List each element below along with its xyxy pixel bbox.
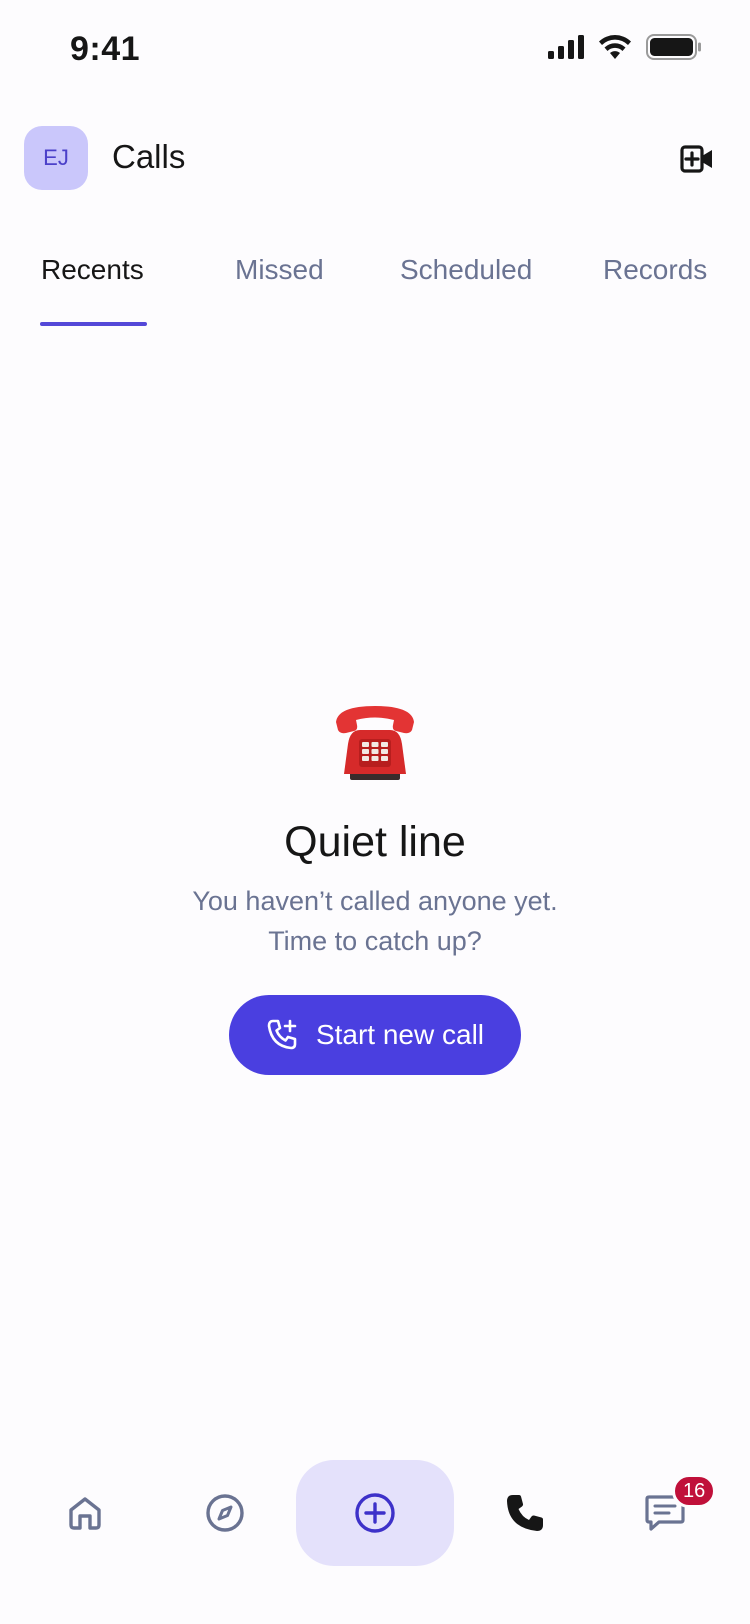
tab-recents[interactable]: Recents <box>41 254 144 286</box>
start-new-call-button[interactable]: Start new call <box>229 995 521 1075</box>
phone-plus-icon <box>267 1019 297 1050</box>
bottom-nav: 16 <box>0 1460 750 1570</box>
home-icon <box>69 1497 101 1530</box>
nav-discover[interactable] <box>180 1460 270 1566</box>
avatar[interactable]: EJ <box>24 126 88 190</box>
tab-scheduled[interactable]: Scheduled <box>400 254 532 286</box>
tab-missed[interactable]: Missed <box>235 254 324 286</box>
empty-state-title: Quiet line <box>284 818 466 866</box>
status-bar: 9:41 <box>0 0 750 100</box>
plus-circle-icon <box>355 1493 395 1533</box>
empty-state-subtitle-line-1: You haven’t called anyone yet. <box>192 886 558 916</box>
compass-icon <box>206 1494 244 1532</box>
new-video-call-button[interactable] <box>678 140 716 178</box>
telephone-icon <box>336 706 414 780</box>
page-title: Calls <box>112 138 186 175</box>
video-plus-icon <box>680 145 712 173</box>
cellular-signal-icon <box>548 35 584 59</box>
nav-calls[interactable] <box>480 1460 570 1566</box>
empty-state-subtitle-line-2: Time to catch up? <box>268 926 482 956</box>
header: EJ Calls <box>0 120 750 190</box>
battery-icon <box>646 34 701 60</box>
messages-badge: 16 <box>672 1474 717 1508</box>
status-time: 9:41 <box>70 30 141 68</box>
active-tab-indicator <box>40 322 147 326</box>
status-icons <box>548 34 702 60</box>
nav-create[interactable] <box>296 1460 454 1566</box>
tab-records[interactable]: Records <box>603 254 707 286</box>
empty-state-subtitle: You haven’t called anyone yet. Time to c… <box>192 881 557 961</box>
wifi-icon <box>599 35 631 59</box>
tab-bar: Recents Missed Scheduled Records <box>0 236 750 326</box>
start-new-call-label: Start new call <box>315 1019 485 1050</box>
empty-state: Quiet line You haven’t called anyone yet… <box>0 700 750 1075</box>
nav-home[interactable] <box>40 1460 130 1566</box>
phone-icon <box>507 1495 543 1531</box>
